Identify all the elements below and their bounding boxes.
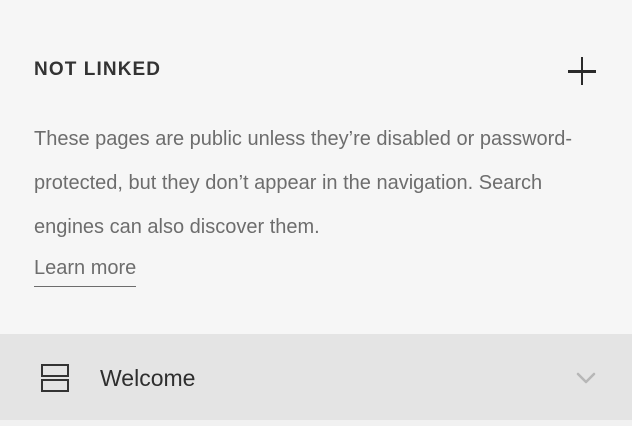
learn-more-link[interactable]: Learn more bbox=[34, 250, 137, 287]
bottom-divider bbox=[0, 420, 632, 426]
plus-icon bbox=[566, 56, 598, 88]
section-description: These pages are public unless they’re di… bbox=[34, 128, 573, 238]
add-page-button[interactable] bbox=[566, 56, 598, 88]
layout-page-icon bbox=[41, 364, 69, 392]
section-title: NOT LINKED bbox=[34, 59, 162, 80]
page-item-welcome[interactable]: Welcome bbox=[0, 334, 632, 420]
page-item-title: Welcome bbox=[100, 365, 196, 391]
chevron-down-icon[interactable] bbox=[575, 367, 597, 389]
not-linked-section: NOT LINKED These pages are public unless… bbox=[0, 0, 632, 334]
